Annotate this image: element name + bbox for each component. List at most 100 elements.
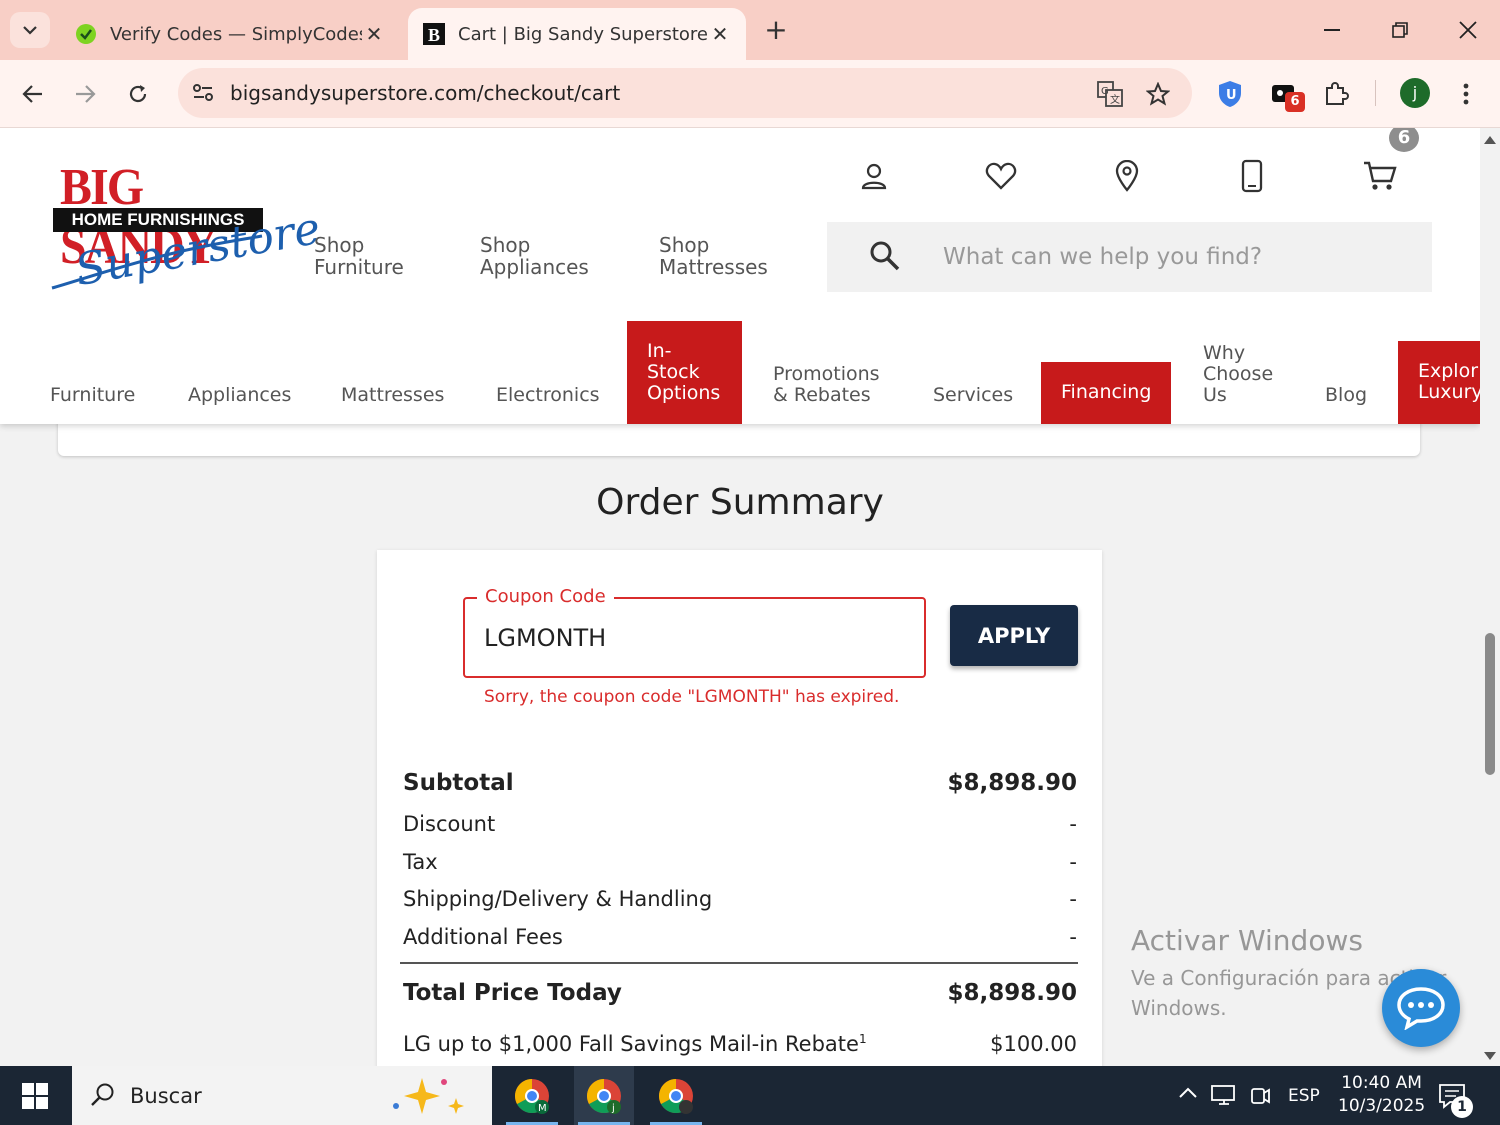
shop-furniture-link[interactable]: Shop Furniture (314, 234, 404, 278)
taskbar-search-label: Buscar (130, 1084, 202, 1108)
scroll-down-arrow[interactable] (1484, 1052, 1496, 1060)
phone-icon[interactable] (1232, 156, 1272, 196)
coupon-label: Coupon Code (477, 586, 614, 607)
svg-text:U: U (1226, 88, 1237, 103)
row-label: Subtotal (403, 770, 514, 796)
row-value: $8,898.90 (947, 770, 1078, 796)
shop-appliances-link[interactable]: Shop Appliances (480, 234, 589, 278)
coupon-error-message: Sorry, the coupon code "LGMONTH" has exp… (484, 687, 900, 707)
address-bar[interactable]: bigsandysuperstore.com/checkout/cart G文 (178, 68, 1192, 118)
order-summary-card: Coupon Code APPLY Sorry, the coupon code… (377, 550, 1102, 1066)
nav-electronics[interactable]: Electronics (496, 385, 600, 406)
network-icon[interactable] (1210, 1084, 1238, 1113)
taskbar-search[interactable]: Buscar (72, 1066, 492, 1125)
nav-label-line: Promotions (773, 363, 880, 385)
extension-badge: 6 (1285, 92, 1305, 112)
rebate-footnote: 1 (858, 1032, 867, 1046)
meet-now-icon[interactable] (1248, 1084, 1272, 1113)
tab-title: Verify Codes — SimplyCodes (110, 23, 362, 45)
nav-appliances[interactable]: Appliances (188, 385, 291, 406)
taskbar-chrome-m[interactable]: M (502, 1066, 562, 1125)
big-sandy-logo[interactable]: BIG SANDY HOME FURNISHINGS Superstore (50, 158, 324, 296)
taskbar-chrome-3[interactable] (646, 1066, 706, 1125)
svg-text:文: 文 (1110, 93, 1120, 106)
shop-mattresses-link[interactable]: Shop Mattresses (659, 234, 768, 278)
reload-button[interactable] (118, 74, 158, 114)
tray-chevron-up-icon[interactable] (1178, 1084, 1198, 1104)
nav-services[interactable]: Services (933, 385, 1013, 406)
windows-logo-icon (22, 1082, 48, 1109)
scroll-up-arrow[interactable] (1484, 136, 1496, 144)
system-clock[interactable]: 10:40 AM 10/3/2025 (1338, 1072, 1425, 1118)
nav-furniture[interactable]: Furniture (50, 385, 135, 406)
wishlist-heart-icon[interactable] (981, 156, 1021, 196)
taskbar-chrome-j[interactable]: j (574, 1066, 634, 1125)
nav-explore-luxury[interactable]: Explor Luxury (1398, 341, 1480, 424)
extensions-puzzle-icon[interactable] (1318, 76, 1354, 112)
new-tab-button[interactable]: + (760, 14, 792, 46)
site-settings-icon[interactable] (190, 80, 216, 106)
tab-search-button[interactable] (10, 12, 50, 48)
svg-text:G: G (1101, 86, 1109, 97)
nav-why-choose-us[interactable]: Why Choose Us (1203, 343, 1273, 406)
nav-label-line: Luxury (1418, 381, 1480, 403)
restore-button[interactable] (1370, 8, 1430, 52)
scrollbar-thumb[interactable] (1485, 633, 1495, 775)
copilot-sparkle-icon (386, 1074, 476, 1122)
shop-link-line: Shop (659, 233, 710, 257)
url-text: bigsandysuperstore.com/checkout/cart (230, 81, 621, 105)
close-window-button[interactable] (1438, 8, 1498, 52)
chrome-icon (659, 1078, 693, 1114)
tab-bigsandy-cart[interactable]: B Cart | Big Sandy Superstore | Fu ✕ (408, 8, 746, 60)
forward-button[interactable] (65, 74, 105, 114)
close-icon (1459, 21, 1477, 39)
nav-mattresses[interactable]: Mattresses (341, 385, 444, 406)
chat-bubble-icon (1397, 987, 1445, 1030)
nav-financing[interactable]: Financing (1041, 362, 1171, 424)
close-tab-icon[interactable]: ✕ (708, 22, 732, 46)
tab-simplycodes[interactable]: Verify Codes — SimplyCodes ✕ (60, 8, 400, 60)
site-search (827, 222, 1432, 292)
search-input[interactable] (943, 238, 1403, 276)
shop-link-line: Shop (480, 233, 531, 257)
shop-link-line: Appliances (480, 255, 589, 279)
apply-coupon-button[interactable]: APPLY (950, 605, 1078, 666)
page-scrollbar[interactable] (1480, 128, 1500, 1066)
row-label: Additional Fees (403, 925, 563, 949)
row-label: Tax (403, 850, 438, 874)
browser-tab-bar: Verify Codes — SimplyCodes ✕ B Cart | Bi… (0, 0, 1500, 60)
subtotal-row: Subtotal $8,898.90 (403, 770, 1077, 796)
search-icon[interactable] (867, 238, 903, 278)
row-value: - (1069, 925, 1077, 949)
start-button[interactable] (0, 1066, 70, 1125)
tab-title: Cart | Big Sandy Superstore | Fu (458, 23, 708, 45)
nav-label-line: & Rebates (773, 384, 871, 406)
nav-promotions-rebates[interactable]: Promotions & Rebates (773, 364, 880, 406)
account-icon[interactable] (854, 156, 894, 196)
back-button[interactable] (13, 74, 53, 114)
bookmark-star-icon[interactable] (1144, 80, 1172, 108)
browser-toolbar: bigsandysuperstore.com/checkout/cart G文 … (0, 60, 1500, 128)
row-label: Total Price Today (403, 980, 622, 1006)
cart-icon[interactable] (1360, 156, 1400, 196)
input-language[interactable]: ESP (1288, 1086, 1320, 1106)
minimize-button[interactable] (1302, 8, 1362, 52)
browser-menu-icon[interactable] (1448, 76, 1484, 112)
search-icon (90, 1082, 116, 1112)
chat-widget-button[interactable] (1382, 969, 1460, 1047)
minimize-icon (1324, 29, 1340, 31)
nav-in-stock-options[interactable]: In- Stock Options (627, 321, 742, 424)
nav-blog[interactable]: Blog (1325, 385, 1367, 406)
coupon-input[interactable] (484, 621, 904, 655)
shield-extension-icon[interactable]: U (1212, 76, 1248, 112)
store-location-icon[interactable] (1107, 156, 1147, 196)
arrow-left-icon (22, 85, 42, 103)
shop-link-line: Mattresses (659, 255, 768, 279)
total-row: Total Price Today $8,898.90 (403, 980, 1077, 1006)
translate-icon[interactable]: G文 (1096, 80, 1124, 108)
shop-link-line: Furniture (314, 255, 404, 279)
nav-label-line: Choose (1203, 363, 1274, 385)
profile-avatar[interactable]: j (1400, 78, 1430, 108)
close-tab-icon[interactable]: ✕ (362, 22, 386, 46)
main-nav: Furniture Appliances Mattresses Electron… (0, 321, 1480, 424)
